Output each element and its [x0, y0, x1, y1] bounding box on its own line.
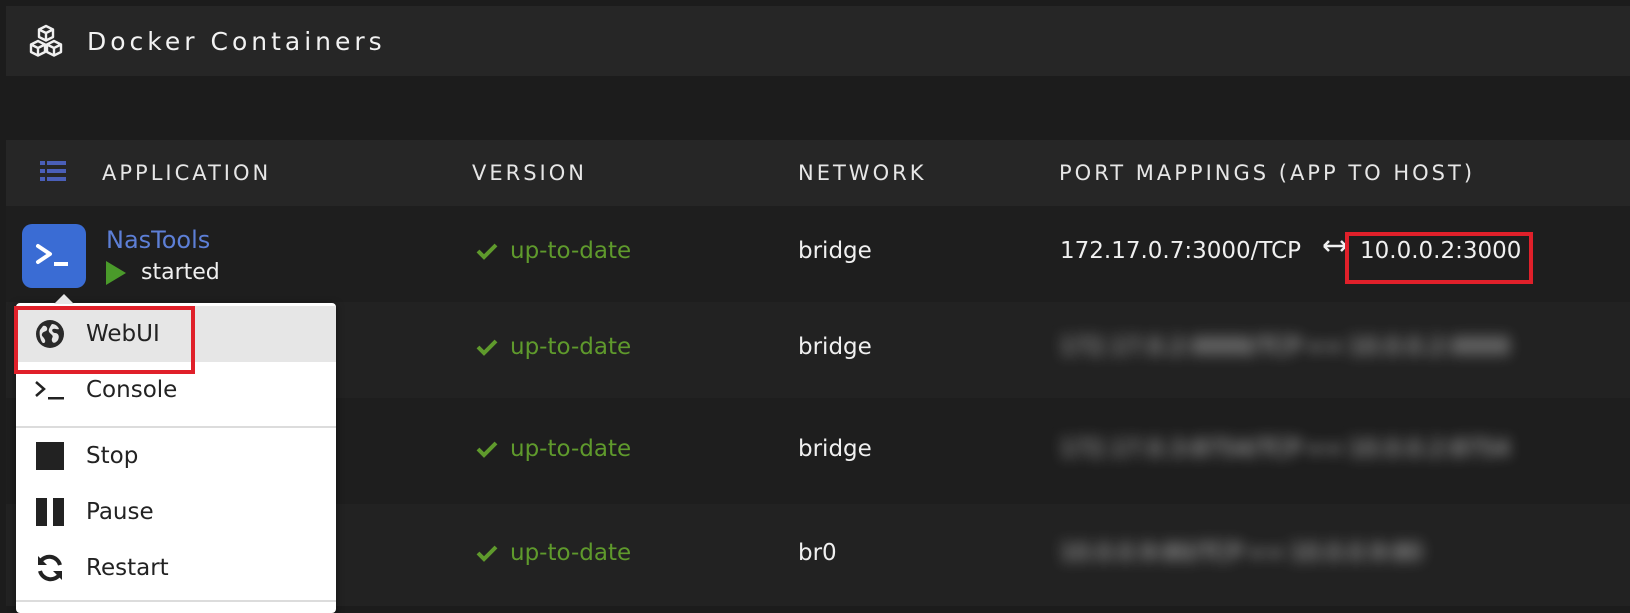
host-port-highlight: [1345, 232, 1533, 284]
version-status: up-to-date: [476, 540, 631, 566]
menu-item-console[interactable]: Console: [16, 362, 336, 418]
check-icon: [476, 544, 498, 562]
menu-item-label: Console: [86, 377, 178, 403]
app-state: started: [106, 260, 220, 285]
refresh-icon: [34, 552, 66, 584]
network-value: bridge: [798, 334, 872, 360]
cubes-icon: [26, 21, 66, 61]
menu-item-webui[interactable]: WebUI: [14, 306, 336, 374]
version-status: up-to-date: [476, 238, 631, 264]
menu-item-restart[interactable]: Restart: [16, 540, 336, 596]
check-icon: [476, 242, 498, 260]
table-row: NasTools started up-to-date bridge 172.1…: [6, 206, 1630, 302]
column-application[interactable]: APPLICATION: [102, 161, 271, 185]
terminal-icon: [34, 374, 66, 406]
version-label: up-to-date: [510, 334, 632, 360]
port-mapping-blurred: 172.17.0.2:8888/TCP ⟷ 10.0.0.2:8888: [1060, 334, 1511, 360]
list-icon[interactable]: [40, 160, 66, 182]
container-context-menu: WebUI Console Stop Pause Restart: [14, 294, 336, 613]
state-label: started: [141, 260, 220, 285]
version-label: up-to-date: [510, 436, 632, 462]
table-header: APPLICATION VERSION NETWORK PORT MAPPING…: [6, 140, 1630, 206]
network-value: bridge: [798, 238, 872, 264]
menu-item-label: Restart: [86, 555, 169, 581]
menu-item-pause[interactable]: Pause: [16, 484, 336, 540]
check-icon: [476, 338, 498, 356]
page-title: Docker Containers: [87, 26, 386, 56]
port-app: 172.17.0.7:3000/TCP: [1060, 238, 1302, 264]
column-port-mappings[interactable]: PORT MAPPINGS (APP TO HOST): [1059, 161, 1475, 185]
version-status: up-to-date: [476, 334, 631, 360]
menu-caret: [54, 294, 74, 304]
check-icon: [476, 440, 498, 458]
port-mapping-blurred: 10.0.0.9:80/TCP ⟷ 10.0.0.9:80: [1060, 540, 1423, 566]
version-label: up-to-date: [510, 540, 632, 566]
title-bar: Docker Containers: [6, 6, 1630, 76]
version-status: up-to-date: [476, 436, 631, 462]
column-version[interactable]: VERSION: [472, 161, 587, 185]
port-mapping-blurred: 172.17.0.3:8754/TCP ⟷ 10.0.0.2:8754: [1060, 436, 1511, 462]
stop-icon: [34, 440, 66, 472]
menu-item-stop[interactable]: Stop: [16, 428, 336, 484]
column-network[interactable]: NETWORK: [798, 161, 926, 185]
network-value: br0: [798, 540, 837, 566]
network-value: bridge: [798, 436, 872, 462]
play-icon: [106, 260, 126, 285]
menu-item-label: Stop: [86, 443, 139, 469]
menu-divider: [16, 600, 336, 602]
pause-icon: [34, 496, 66, 528]
version-label: up-to-date: [510, 238, 632, 264]
terminal-app-icon[interactable]: [22, 224, 86, 288]
menu-item-label: Pause: [86, 499, 154, 525]
containers-table: APPLICATION VERSION NETWORK PORT MAPPING…: [6, 140, 1630, 606]
app-name[interactable]: NasTools: [106, 226, 210, 254]
